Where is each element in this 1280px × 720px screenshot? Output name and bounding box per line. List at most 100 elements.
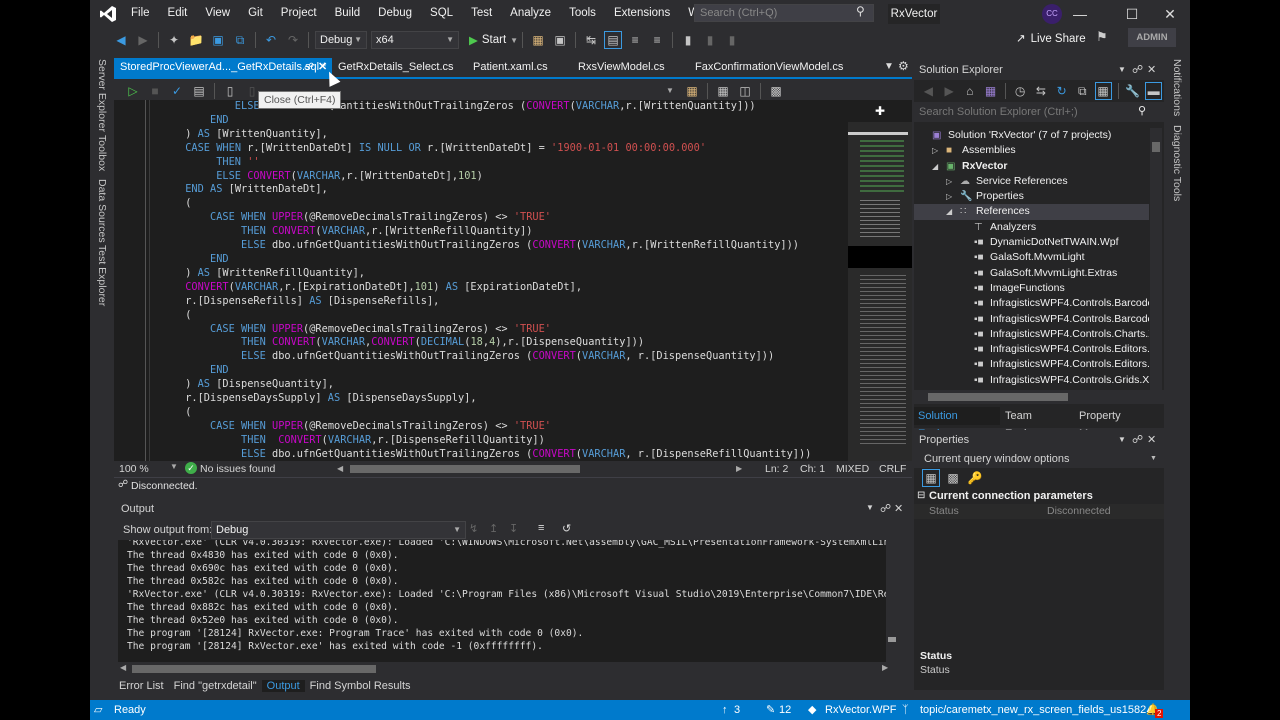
refresh-icon[interactable]: ↻ — [1053, 82, 1070, 100]
feedback-icon[interactable]: ⚑ — [1096, 29, 1108, 45]
redo-icon[interactable]: ↷ — [284, 31, 302, 49]
issues-status[interactable]: No issues found — [200, 463, 275, 475]
alphabetical-icon[interactable]: ▩ — [944, 469, 962, 487]
branch-name[interactable]: topic/caremetx_new_rx_screen_fields_us15… — [920, 700, 1146, 720]
prev-message-icon[interactable]: ↥ — [489, 522, 498, 535]
tab-error-list[interactable]: Error List — [114, 680, 169, 692]
menu-build[interactable]: Build — [326, 0, 370, 27]
tab-list-dropdown-icon[interactable]: ▼ — [884, 61, 894, 72]
close-icon[interactable]: ✕ — [1147, 430, 1156, 450]
tree-item[interactable]: ▷ ☁ Service References — [914, 174, 1149, 189]
menu-debug[interactable]: Debug — [369, 0, 421, 27]
scrollbar-thumb[interactable] — [1152, 142, 1160, 152]
property-pages-icon[interactable]: 🔑 — [966, 469, 984, 487]
chevron-down-icon[interactable]: ▼ — [170, 462, 178, 471]
live-share-button[interactable]: ↗ Live Share — [1016, 31, 1086, 45]
plan-icon[interactable]: ◫ — [736, 82, 754, 100]
forward-icon[interactable]: ▶ — [134, 31, 152, 49]
minimap-scrollbar[interactable]: ✚ — [848, 100, 912, 461]
close-icon[interactable]: ✕ — [894, 502, 903, 515]
back-icon[interactable]: ◀ — [112, 31, 130, 49]
query-options-icon[interactable]: ▦ — [683, 82, 701, 100]
gear-icon[interactable]: ⚙ — [898, 59, 909, 73]
scroll-left-icon[interactable]: ◀ — [337, 464, 347, 474]
layout-icon[interactable]: ▤ — [604, 31, 623, 49]
tree-item[interactable]: ▪■ InfragisticsWPF4.Controls.Barcodes.v1 — [914, 312, 1149, 327]
scroll-left-icon[interactable]: ◀ — [120, 663, 126, 672]
execute-icon[interactable]: ▷ — [124, 82, 142, 100]
undo-icon[interactable]: ↶ — [262, 31, 280, 49]
code-editor[interactable]: ELSE dbo.ufnGetQuantitiesWithOutTrailing… — [114, 100, 848, 461]
tree-item[interactable]: ▪■ InfragisticsWPF4.Controls.Editors.Xam — [914, 342, 1149, 357]
toolbox-tab[interactable]: Toolbox — [96, 135, 108, 171]
tab-rxsviewmodel[interactable]: RxsViewModel.cs — [572, 58, 665, 77]
chevron-down-icon[interactable]: ▼ — [866, 503, 874, 512]
tree-item[interactable]: ▪■ ImageFunctions — [914, 281, 1149, 296]
database-dropdown-caret-icon[interactable]: ▼ — [661, 82, 679, 100]
pencil-icon[interactable]: ✎ — [766, 700, 775, 720]
repo-icon[interactable]: ◆ — [808, 700, 816, 720]
tree-item[interactable]: ▪■ GalaSoft.MvvmLight — [914, 250, 1149, 265]
unpushed-commits-count[interactable]: 3 — [734, 700, 740, 720]
minimize-button[interactable]: — — [1068, 4, 1092, 24]
tab-find-symbol-results[interactable]: Find Symbol Results — [305, 680, 416, 692]
zoom-level[interactable]: 100 % — [119, 463, 149, 475]
save-icon[interactable]: ▣ — [209, 31, 227, 49]
menu-tools[interactable]: Tools — [560, 0, 605, 27]
estimated-plan-icon[interactable]: ▩ — [767, 82, 785, 100]
tab-patient-xaml[interactable]: Patient.xaml.cs — [467, 58, 548, 77]
grid-results-icon[interactable]: ▦ — [714, 82, 732, 100]
home-icon[interactable]: ⌂ — [961, 82, 978, 100]
line-endings[interactable]: CRLF — [879, 463, 906, 475]
sync-icon[interactable]: ⇆ — [1033, 82, 1050, 100]
save-all-icon[interactable]: ⧉ — [231, 31, 249, 49]
tab-property-manager[interactable]: Property Manager — [1076, 407, 1164, 440]
tree-item[interactable]: ▪■ InfragisticsWPF4.Controls.Grids.XamG — [914, 373, 1149, 388]
pin-icon[interactable]: ☍ — [1132, 430, 1143, 450]
tab-getrxdetails-select[interactable]: GetRxDetails_Select.cs — [332, 58, 454, 77]
admin-button[interactable]: ADMIN — [1128, 28, 1176, 47]
switch-views-icon[interactable]: ▦ — [982, 82, 999, 100]
tab-find-results[interactable]: Find "getrxdetail" — [169, 680, 262, 692]
repository-name[interactable]: RxVector.WPF — [825, 700, 897, 720]
new-project-icon[interactable]: ✦ — [165, 31, 183, 49]
scroll-right-icon[interactable]: ▶ — [736, 464, 742, 473]
collapsed-arrow-icon[interactable]: ▷ — [946, 189, 952, 204]
clear-all-icon[interactable]: ≡ — [538, 522, 544, 534]
notifications-tab[interactable]: Notifications — [1171, 59, 1183, 116]
tree-item[interactable]: ⊤ Analyzers — [914, 220, 1149, 235]
tree-item[interactable]: ◢ ∷ References — [914, 204, 1149, 220]
minimap-viewport[interactable] — [848, 246, 912, 268]
tree-item[interactable]: ▪■ DynamicDotNetTWAIN.Wpf — [914, 235, 1149, 250]
tree-item[interactable]: ▣ Solution 'RxVector' (7 of 7 projects) — [914, 128, 1149, 143]
tab-output[interactable]: Output — [261, 680, 305, 692]
platform-dropdown[interactable]: x64 ▼ — [371, 31, 459, 49]
output-text-area[interactable]: 'RxVector.exe' (CLR v4.0.30319: RxVector… — [118, 540, 886, 662]
expanded-arrow-icon[interactable]: ◢ — [946, 204, 952, 219]
horizontal-scrollbar-thumb[interactable] — [350, 465, 580, 473]
chevron-down-icon[interactable]: ▼ — [1118, 430, 1126, 450]
whitespace-mode[interactable]: MIXED — [836, 463, 869, 475]
find-in-files-icon[interactable]: ▦ — [529, 31, 547, 49]
step-icon[interactable]: ↹ — [582, 31, 600, 49]
word-wrap-icon[interactable]: ↺ — [562, 522, 571, 535]
close-window-button[interactable]: ✕ — [1158, 4, 1182, 24]
code-content[interactable]: ELSE dbo.ufnGetQuantitiesWithOutTrailing… — [148, 100, 811, 461]
property-row[interactable]: Status Disconnected — [914, 504, 1164, 519]
properties-category[interactable]: ⊟ Current connection parameters — [914, 488, 1164, 504]
results-to-icon[interactable]: ▤ — [190, 82, 208, 100]
show-all-files-icon[interactable]: ▦ — [1094, 82, 1112, 100]
menu-extensions[interactable]: Extensions — [605, 0, 679, 27]
search-icon[interactable]: ⚲ — [856, 4, 865, 18]
arrow-up-icon[interactable]: ↑ — [722, 700, 728, 720]
tree-vertical-scrollbar[interactable] — [1150, 128, 1162, 390]
pending-changes-count[interactable]: 12 — [779, 700, 791, 720]
chevron-down-icon[interactable]: ▼ — [1118, 60, 1126, 80]
browser-link-icon[interactable]: ▣ — [551, 31, 569, 49]
properties-object-dropdown[interactable]: Current query window options ▼ — [914, 450, 1164, 468]
indent-icon[interactable]: ≡ — [626, 31, 644, 49]
preview-icon[interactable]: ▬ — [1145, 82, 1163, 100]
collapse-all-icon[interactable]: ⧉ — [1074, 82, 1091, 100]
solution-search-input[interactable]: Search Solution Explorer (Ctrl+;) ⚲ — [914, 102, 1164, 122]
menu-project[interactable]: Project — [272, 0, 326, 27]
